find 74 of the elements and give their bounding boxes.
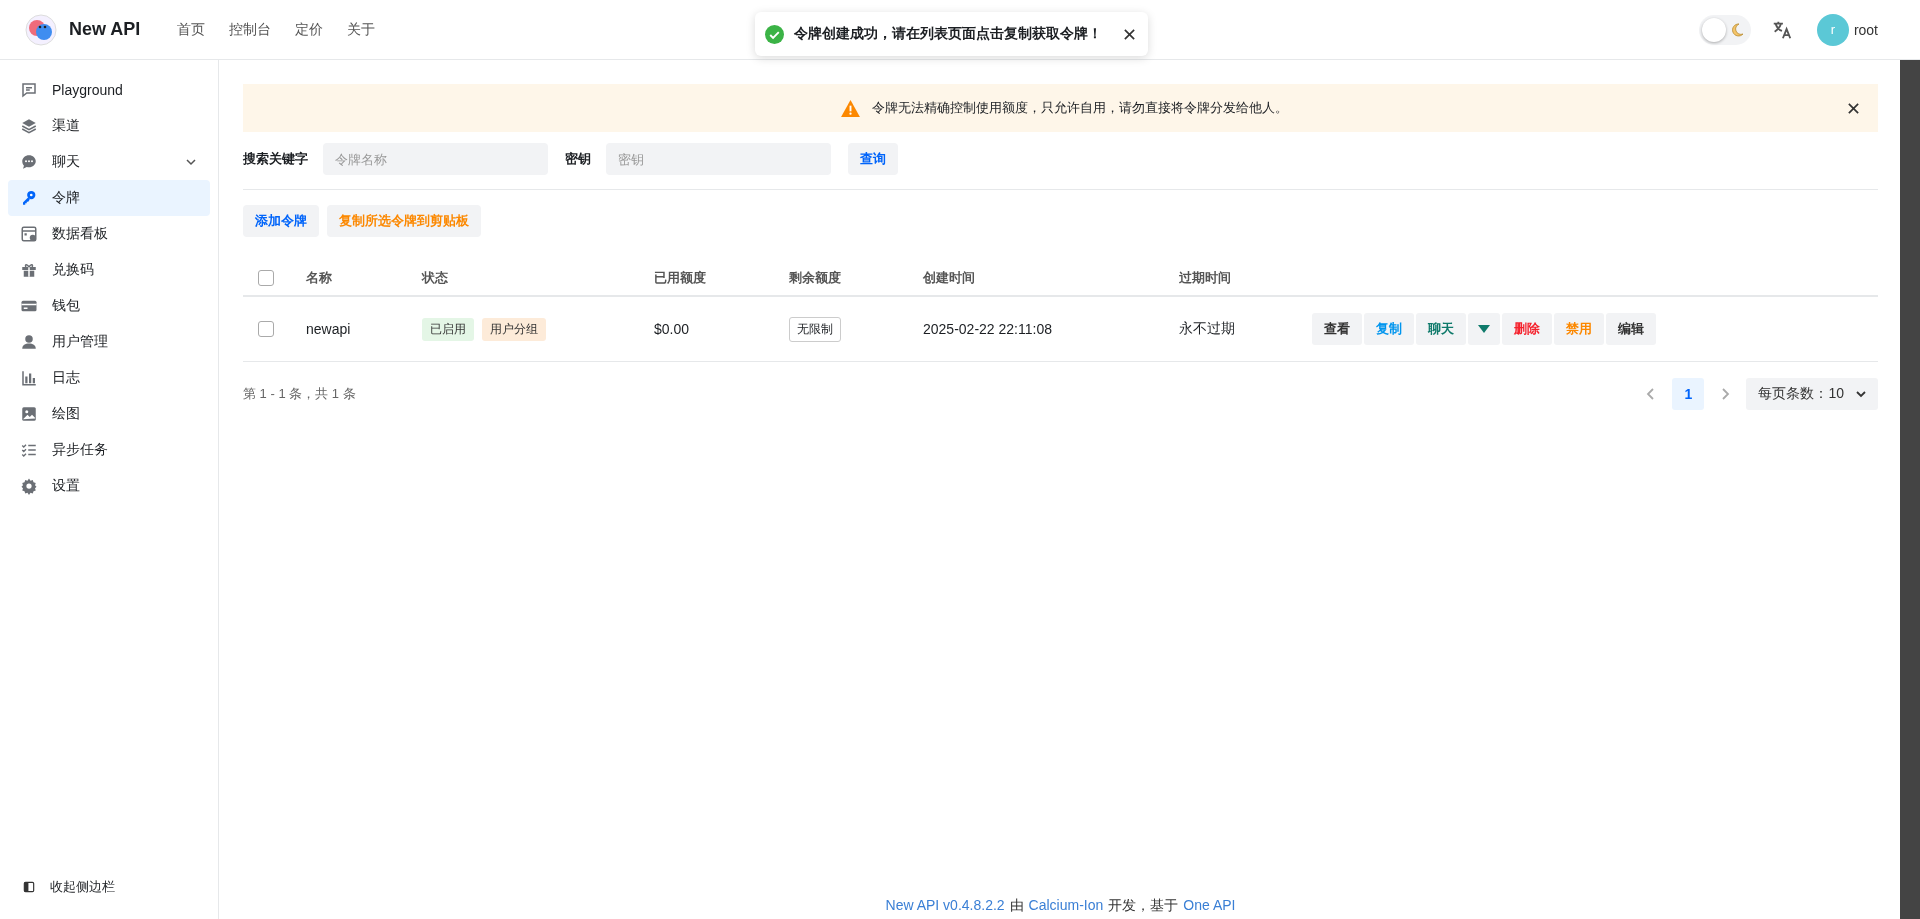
key-icon — [20, 189, 38, 207]
caret-icon — [1478, 325, 1490, 333]
settings-icon — [20, 477, 38, 495]
key-label: 密钥 — [565, 150, 591, 168]
sidebar-item[interactable]: 聊天 — [8, 144, 210, 180]
gift-icon — [20, 261, 38, 279]
action-button[interactable]: 查看 — [1312, 313, 1362, 345]
sidebar-item[interactable]: 用户管理 — [8, 324, 210, 360]
table-cell-text: newapi — [306, 321, 352, 337]
sidebar-item[interactable]: 钱包 — [8, 288, 210, 324]
column-header: 剩余额度 — [789, 269, 842, 287]
warning-icon — [840, 99, 860, 117]
nav-link[interactable]: 定价 — [295, 20, 324, 39]
sidebar-item[interactable]: 渠道 — [8, 108, 210, 144]
success-icon — [765, 24, 784, 44]
footer-text: 开发，基于 — [1108, 897, 1179, 915]
page-size-select[interactable]: 每页条数：10 — [1746, 378, 1878, 410]
image-icon — [20, 405, 38, 423]
sidebar-item[interactable]: 设置 — [8, 468, 210, 504]
chat-bubble-icon — [20, 153, 38, 171]
sidebar-item[interactable]: 异步任务 — [8, 432, 210, 468]
quota-tag: 无限制 — [789, 316, 841, 342]
calendar-clock-icon — [20, 225, 38, 243]
column-header: 已用额度 — [654, 269, 707, 287]
table-cell-text: 永不过期 — [1179, 320, 1236, 338]
toolbar-button[interactable]: 添加令牌 — [243, 205, 319, 237]
bar-chart-icon — [20, 369, 38, 387]
scrollbar[interactable] — [1900, 60, 1920, 919]
sidebar-item[interactable]: 令牌 — [8, 180, 210, 216]
close-icon[interactable] — [1847, 101, 1860, 115]
sidebar-item[interactable]: Playground — [8, 72, 210, 108]
table-cell-text: $0.00 — [654, 321, 691, 337]
layers-icon — [20, 117, 38, 135]
collapse-sidebar-button[interactable]: 收起侧边栏 — [8, 869, 210, 905]
query-button[interactable]: 查询 — [848, 143, 898, 175]
nav-link[interactable]: 控制台 — [229, 20, 272, 39]
action-button[interactable]: 编辑 — [1606, 313, 1656, 345]
sidebar-item[interactable]: 数据看板 — [8, 216, 210, 252]
brand-name: New API — [69, 19, 141, 40]
select-all-checkbox[interactable] — [258, 270, 274, 286]
column-header: 名称 — [306, 269, 333, 287]
checklist-icon — [20, 441, 38, 459]
sidebar-item[interactable]: 日志 — [8, 360, 210, 396]
action-button[interactable]: 聊天 — [1416, 313, 1466, 345]
row-checkbox[interactable] — [258, 321, 274, 337]
page-button[interactable]: 1 — [1672, 378, 1705, 410]
key-field[interactable]: 密钥 — [606, 143, 831, 175]
column-header: 创建时间 — [923, 269, 976, 287]
toast-message: 令牌创建成功，请在列表页面点击复制获取令牌！ — [794, 25, 1103, 43]
footer-link[interactable]: New API v0.4.8.2.2 — [885, 897, 1005, 915]
sidebar-item[interactable]: 绘图 — [8, 396, 210, 432]
nav-link[interactable]: 关于 — [347, 20, 376, 39]
nav-link[interactable]: 首页 — [177, 20, 206, 39]
dropdown-button[interactable] — [1468, 313, 1500, 345]
column-header: 状态 — [422, 269, 449, 287]
keyword-field[interactable]: 令牌名称 — [323, 143, 548, 175]
warning-message: 令牌无法精确控制使用额度，只允许自用，请勿直接将令牌分发给他人。 — [871, 99, 1288, 117]
user-icon — [20, 333, 38, 351]
sidebar-item[interactable]: 兑换码 — [8, 252, 210, 288]
pagination-summary: 第 1 - 1 条，共 1 条 — [243, 385, 356, 403]
column-header: 过期时间 — [1179, 269, 1232, 287]
status-tag: 用户分组 — [482, 317, 546, 341]
table-cell-text: 2025-02-22 22:11:08 — [923, 321, 1053, 337]
logo-icon — [25, 13, 57, 46]
footer-link[interactable]: Calcium-Ion — [1028, 897, 1104, 915]
footer-text: 由 — [1009, 897, 1024, 915]
close-icon[interactable] — [1123, 27, 1136, 41]
keyword-label: 搜索关键字 — [243, 150, 308, 168]
status-tag: 已启用 — [422, 317, 474, 341]
footer-link[interactable]: One API — [1183, 897, 1236, 915]
action-button[interactable]: 删除 — [1502, 313, 1552, 345]
user-name[interactable]: root — [1853, 21, 1878, 38]
sidebar-icon — [22, 880, 36, 894]
theme-toggle[interactable] — [1698, 14, 1751, 45]
